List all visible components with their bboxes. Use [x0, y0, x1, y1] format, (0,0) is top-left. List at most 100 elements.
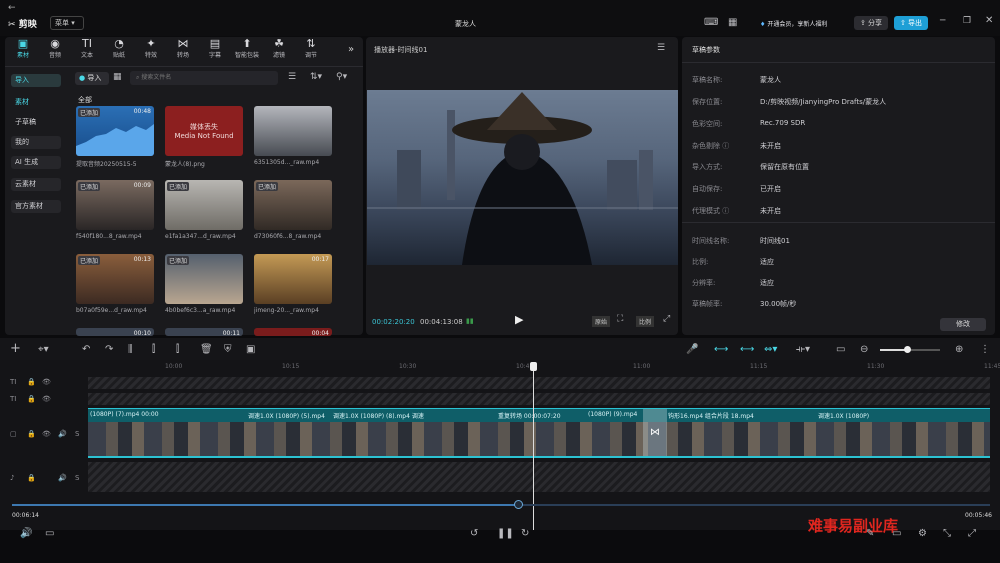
- text-track-2[interactable]: [88, 393, 990, 405]
- tool-tab[interactable]: ▣ 素材: [8, 38, 38, 64]
- sidebar-item[interactable]: 我的: [11, 136, 61, 149]
- share-button[interactable]: ⇪ 分享: [854, 16, 888, 30]
- list-view-icon[interactable]: ☰: [288, 72, 296, 82]
- tool-tab[interactable]: ⇅ 调节: [296, 38, 326, 64]
- pen-icon[interactable]: ✎: [866, 528, 874, 539]
- microphone-icon[interactable]: 🎤: [686, 344, 698, 355]
- more-icon[interactable]: ⋮: [980, 344, 990, 355]
- media-thumbnail[interactable]: 已添加 00:48: [76, 106, 154, 156]
- eye-icon[interactable]: 👁: [42, 378, 51, 386]
- close-icon[interactable]: ✕: [985, 15, 993, 26]
- tool-tab[interactable]: ◉ 音频: [40, 38, 70, 64]
- media-thumbnail[interactable]: 00:10: [76, 328, 154, 336]
- sidebar-item[interactable]: 云素材: [11, 178, 61, 191]
- lock-icon[interactable]: 🔒: [27, 474, 36, 482]
- fullscreen-exit-icon[interactable]: ⤢: [968, 528, 976, 539]
- tool-tab[interactable]: ✦ 特效: [136, 38, 166, 64]
- shield-icon[interactable]: ⛨: [224, 344, 232, 355]
- magnet-icon[interactable]: ⟷: [740, 344, 754, 355]
- sidebar-item[interactable]: 素材: [11, 96, 61, 109]
- split-left-icon[interactable]: ⫿: [152, 344, 155, 355]
- maximize-icon[interactable]: ❐: [963, 16, 971, 26]
- split-right-icon[interactable]: ⫿: [176, 344, 179, 355]
- link-icon[interactable]: ⟷: [714, 344, 728, 355]
- lock-icon[interactable]: 🔒: [27, 378, 36, 386]
- sidebar-item[interactable]: 子草稿: [11, 116, 61, 129]
- solo-icon[interactable]: S: [75, 430, 79, 438]
- fullscreen-icon[interactable]: ⤢: [663, 314, 670, 324]
- media-thumbnail[interactable]: 已添加: [165, 254, 243, 304]
- undo-icon[interactable]: ↶: [82, 344, 90, 355]
- lock-icon[interactable]: 🔒: [27, 430, 36, 438]
- back-icon[interactable]: ←: [8, 3, 16, 13]
- search-input[interactable]: ⌕ 搜索文件名: [130, 71, 278, 85]
- more-tools-icon[interactable]: »: [348, 44, 354, 55]
- eye-icon[interactable]: 👁: [42, 430, 51, 438]
- original-button[interactable]: 原始: [592, 316, 611, 327]
- snap-icon[interactable]: ⇔▾: [764, 344, 777, 355]
- media-thumbnail[interactable]: 00:11: [165, 328, 243, 336]
- zoom-in-icon[interactable]: ⊕: [955, 344, 963, 355]
- layout-icon[interactable]: ▦: [728, 17, 737, 28]
- tool-tab[interactable]: ◔ 贴纸: [104, 38, 134, 64]
- transition-marker[interactable]: ⋈: [643, 409, 667, 456]
- progress-track[interactable]: [12, 500, 990, 509]
- tool-tab[interactable]: ☘ 滤镜: [264, 38, 294, 64]
- text-track-1[interactable]: [88, 377, 990, 389]
- minimize-icon[interactable]: ─: [940, 16, 945, 26]
- media-thumbnail[interactable]: 00:17: [254, 254, 332, 304]
- media-thumbnail[interactable]: 媒体丢失 Media Not Found: [165, 106, 243, 156]
- tool-tab[interactable]: ⋈ 转场: [168, 38, 198, 64]
- redo-icon[interactable]: ↷: [105, 344, 113, 355]
- tool-tab[interactable]: TI 文本: [72, 38, 102, 64]
- settings-icon[interactable]: ⚙: [918, 528, 927, 539]
- menu-icon[interactable]: ☰: [657, 43, 665, 53]
- add-track-icon[interactable]: +: [10, 341, 21, 356]
- minimize-player-icon[interactable]: ⤡: [943, 528, 951, 539]
- media-thumbnail[interactable]: 已添加: [254, 180, 332, 230]
- sidebar-item[interactable]: 导入: [11, 74, 61, 87]
- subtitles-icon[interactable]: ▭: [45, 528, 54, 539]
- media-thumbnail[interactable]: 00:04: [254, 328, 332, 336]
- mute-icon[interactable]: 🔊: [58, 430, 67, 438]
- media-thumbnail[interactable]: 已添加 00:09: [76, 180, 154, 230]
- media-thumbnail[interactable]: [254, 106, 332, 156]
- ratio-button[interactable]: 比例: [636, 316, 655, 327]
- menu-button[interactable]: 菜单 ▾: [50, 16, 84, 30]
- forward-10-icon[interactable]: ↻: [521, 528, 529, 539]
- subtitle-icon[interactable]: ▭: [836, 344, 845, 355]
- fullscreen-crop-icon[interactable]: ⛶: [617, 314, 623, 324]
- rewind-10-icon[interactable]: ↺: [470, 528, 478, 539]
- select-tool-icon[interactable]: ⌖▾: [38, 344, 49, 355]
- media-thumbnail[interactable]: 已添加 00:13: [76, 254, 154, 304]
- sidebar-item[interactable]: 官方素材: [11, 200, 61, 213]
- play-icon[interactable]: ▶: [515, 313, 523, 326]
- sidebar-item[interactable]: AI 生成: [11, 156, 61, 169]
- tool-tab[interactable]: ▤ 字幕: [200, 38, 230, 64]
- split-icon[interactable]: ⫼: [128, 344, 133, 355]
- cc-icon[interactable]: ▭: [892, 528, 901, 539]
- pause-icon[interactable]: ❚❚: [497, 528, 514, 539]
- playhead-handle[interactable]: [530, 362, 537, 371]
- tool-tab[interactable]: ⬆ 智能包装: [232, 38, 262, 64]
- keyboard-icon[interactable]: ⌨: [704, 17, 718, 28]
- sort-icon[interactable]: ⇅▾: [310, 72, 322, 82]
- zoom-slider-handle[interactable]: [904, 346, 911, 353]
- zoom-out-icon[interactable]: ⊖: [860, 344, 868, 355]
- lock-icon[interactable]: 🔒: [27, 395, 36, 403]
- main-video-track[interactable]: (1080P) (7).mp4 00:00 调速1.0X (1080P) (5).…: [88, 408, 990, 458]
- preview-axis-icon[interactable]: ⟛▾: [796, 344, 810, 355]
- eye-icon[interactable]: 👁: [42, 395, 51, 403]
- grid-view-icon[interactable]: ▦: [113, 72, 122, 82]
- import-button[interactable]: ● 导入: [75, 72, 109, 85]
- screen-record-icon[interactable]: ▣: [246, 344, 255, 355]
- audio-track[interactable]: [88, 462, 990, 492]
- progress-handle[interactable]: [514, 500, 523, 509]
- edit-button[interactable]: 修改: [940, 318, 986, 331]
- solo-icon[interactable]: S: [75, 474, 79, 482]
- filter-icon[interactable]: ⚲▾: [336, 72, 347, 82]
- mute-icon[interactable]: 🔊: [58, 474, 67, 482]
- media-thumbnail[interactable]: 已添加: [165, 180, 243, 230]
- export-button[interactable]: ⇧ 导出: [894, 16, 928, 30]
- zoom-slider[interactable]: [880, 346, 940, 353]
